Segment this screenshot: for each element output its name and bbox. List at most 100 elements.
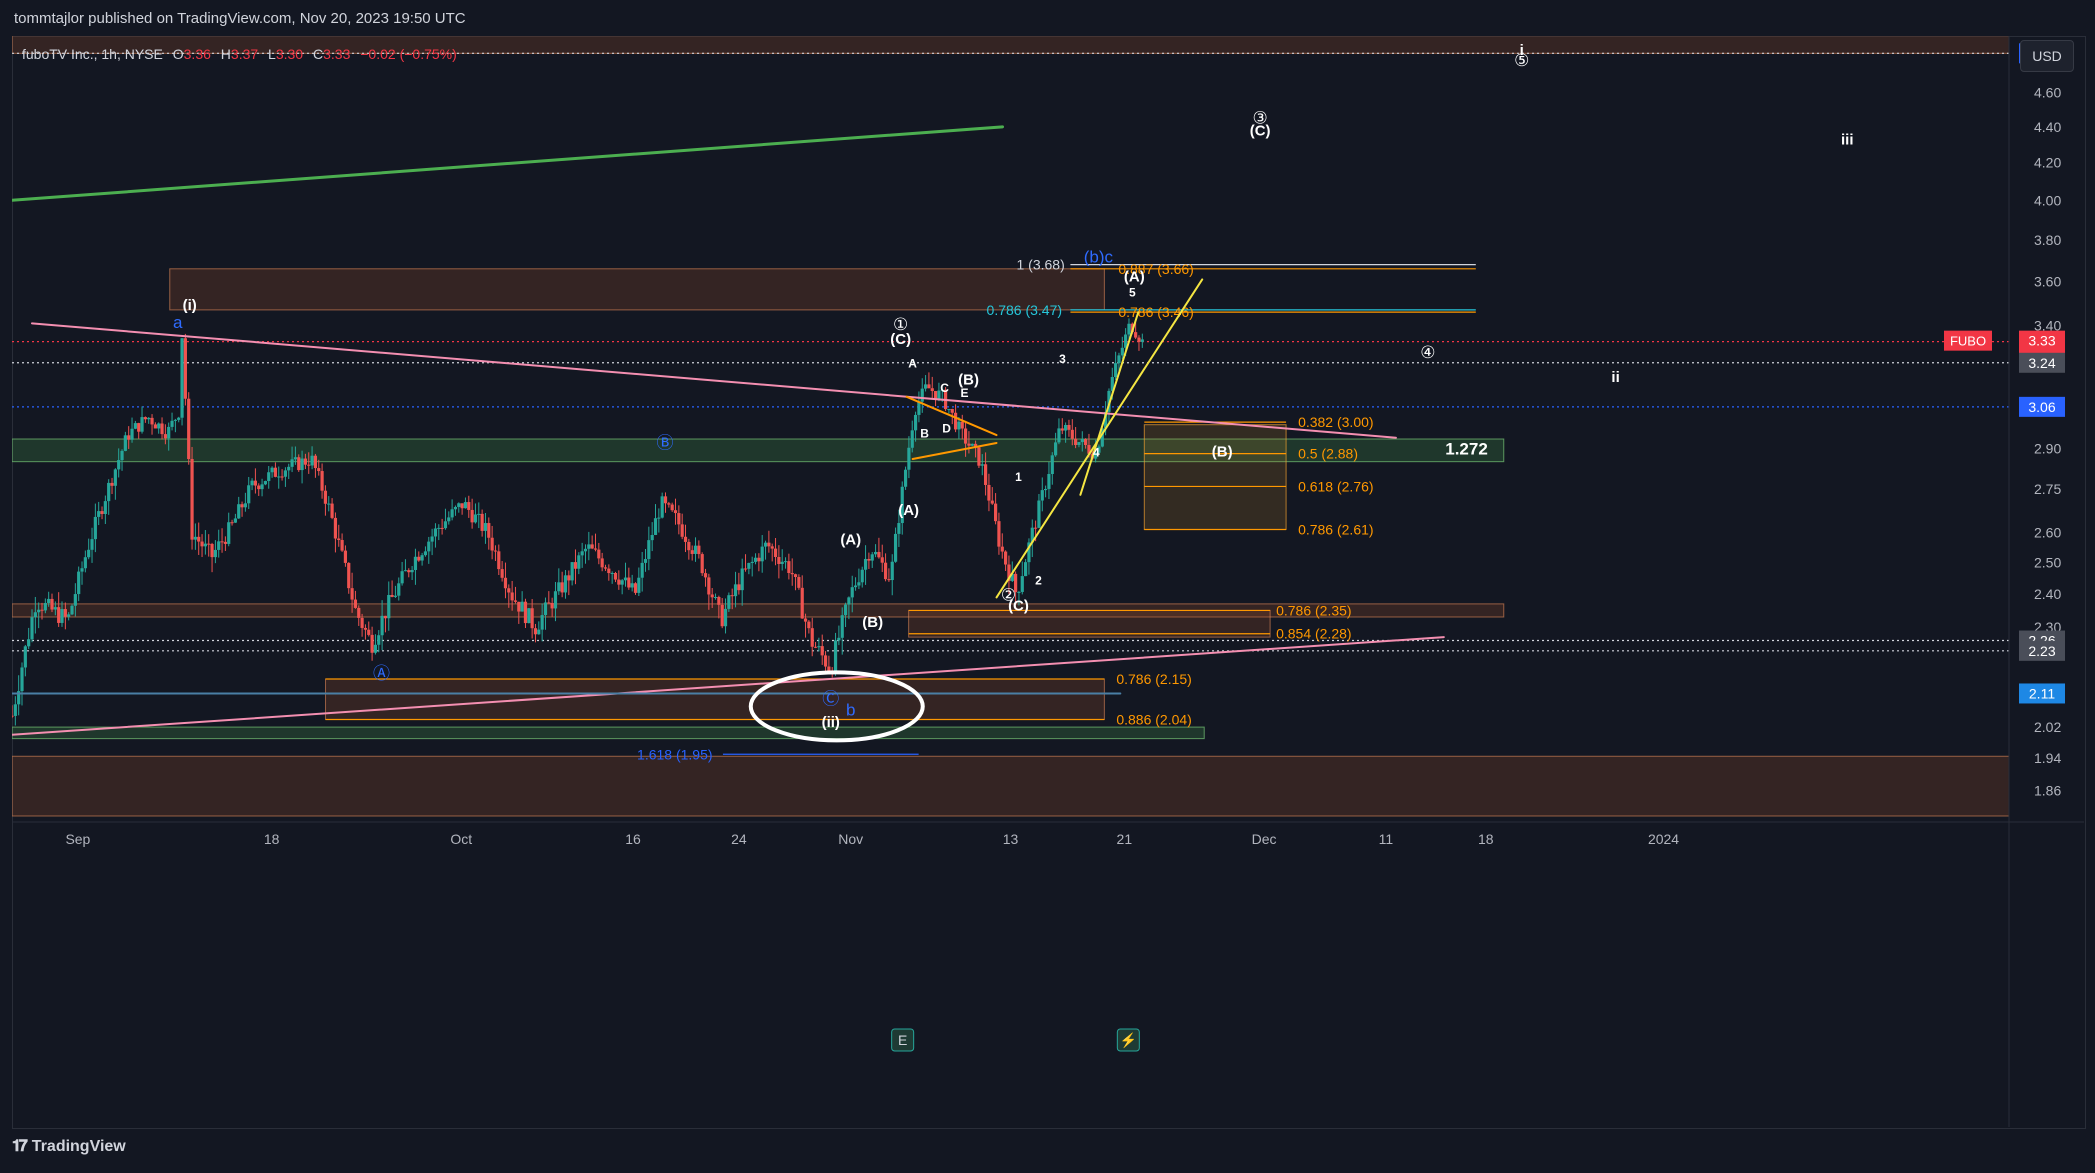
legend-low-label: L [268, 46, 276, 62]
fib-level-label: 0.786 (3.46) [1118, 304, 1194, 320]
candle-body [837, 637, 841, 641]
candle-body [387, 594, 391, 619]
candle-body [293, 457, 298, 460]
candle-body [423, 551, 428, 556]
price-axis-tick: 4.20 [2034, 155, 2061, 171]
candle-body [370, 634, 374, 653]
candle-body [193, 536, 197, 540]
candle-body [480, 513, 484, 531]
wave-label: (B) [1212, 443, 1233, 460]
candle-body [560, 582, 564, 593]
price-chart[interactable]: 1 (3.68) 0.887 (3.66)0.786 (3.47) 0.786 (3… [12, 36, 2084, 1127]
time-axis-tick: 2024 [1648, 831, 1679, 847]
candle-body [140, 417, 144, 432]
candle-body [70, 605, 74, 615]
candle-body [1067, 424, 1071, 430]
bottom-box[interactable] [12, 726, 1205, 740]
candle-body [790, 572, 794, 575]
green-channel[interactable] [12, 125, 1005, 202]
bottom-zone[interactable] [12, 755, 2010, 817]
candle-body [783, 561, 788, 563]
candle-body [350, 588, 354, 600]
fib-level-label: 0.382 (3.00) [1298, 414, 1374, 430]
candle-body [763, 542, 768, 547]
candle-body [360, 617, 364, 628]
candle-body [607, 568, 611, 574]
candle-body [120, 450, 124, 461]
fib-box-c[interactable] [908, 609, 1271, 638]
candle-body [1117, 355, 1121, 364]
wave-label: D [942, 421, 951, 435]
candle-body [477, 513, 481, 515]
candle-body [860, 569, 864, 583]
candle-body [1050, 455, 1054, 475]
fib-box-ii[interactable] [325, 678, 1105, 720]
wave-label: ④ [1420, 343, 1435, 362]
candle-body [433, 528, 438, 537]
candle-body [110, 482, 114, 486]
price-tag-label: 3.24 [2028, 355, 2055, 371]
candle-body [630, 583, 634, 588]
candle-body [983, 464, 988, 485]
candle-body [503, 577, 508, 589]
wave-label: (C) [890, 331, 911, 348]
candle-body [730, 595, 734, 597]
fib-box-b[interactable] [1143, 424, 1287, 531]
wave-label: ⑤ [1514, 51, 1529, 70]
candle-body [580, 551, 584, 556]
pink-lower[interactable] [12, 636, 1445, 736]
candle-body [843, 604, 848, 616]
candle-body [553, 591, 558, 609]
candle-body [577, 555, 581, 569]
price-axis-tick: 1.94 [2034, 750, 2061, 766]
legend-open-label: O [172, 46, 184, 62]
candle-body [363, 627, 368, 630]
wave-label: 2 [1035, 574, 1042, 588]
currency-button[interactable]: USD [2020, 40, 2074, 72]
candle-body [290, 459, 294, 467]
wave-label: (C) [1250, 123, 1271, 140]
candle-body [280, 476, 284, 478]
time-axis-tick: 18 [1478, 831, 1494, 847]
candle-body [113, 469, 117, 486]
candle-body [810, 628, 814, 647]
candle-body [430, 536, 434, 542]
price-tag-label: 3.06 [2028, 399, 2055, 415]
candle-body [773, 548, 778, 557]
wave-label: 4 [1093, 445, 1100, 459]
yellow-b[interactable] [1079, 311, 1140, 496]
candle-body [97, 511, 101, 517]
candle-body [20, 667, 24, 692]
candle-body [617, 579, 621, 585]
candle-body [873, 551, 878, 555]
candle-body [157, 423, 161, 429]
candle-body [977, 447, 981, 466]
candle-body [593, 548, 598, 550]
earnings-marker-label: E [898, 1032, 907, 1048]
candle-body [257, 485, 261, 490]
time-axis-tick: 11 [1379, 831, 1394, 847]
resistance-zone[interactable] [169, 268, 1105, 311]
pink-upper[interactable] [30, 322, 1397, 439]
candle-body [67, 614, 71, 617]
candle-body [687, 541, 691, 551]
candle-body [277, 476, 281, 478]
candle-body [707, 577, 711, 595]
candle-body [333, 517, 338, 539]
candle-body [427, 541, 431, 552]
candle-body [133, 423, 137, 429]
candle-body [1044, 488, 1048, 491]
candle-body [223, 541, 227, 544]
tradingview-footer: 𝟏𝟕 TradingView [12, 1138, 126, 1156]
candle-body [207, 543, 211, 545]
legend-symbol[interactable]: fuboTV Inc., 1h, NYSE [22, 46, 163, 62]
candle-body [347, 562, 351, 589]
candle-body [993, 503, 998, 522]
candle-body [27, 639, 31, 647]
candle-body [840, 615, 844, 638]
candle-body [1064, 424, 1068, 431]
candle-body [770, 546, 774, 549]
candle-body [513, 600, 518, 602]
legend-close: 3.33 [323, 46, 351, 62]
candle-body [283, 470, 288, 477]
